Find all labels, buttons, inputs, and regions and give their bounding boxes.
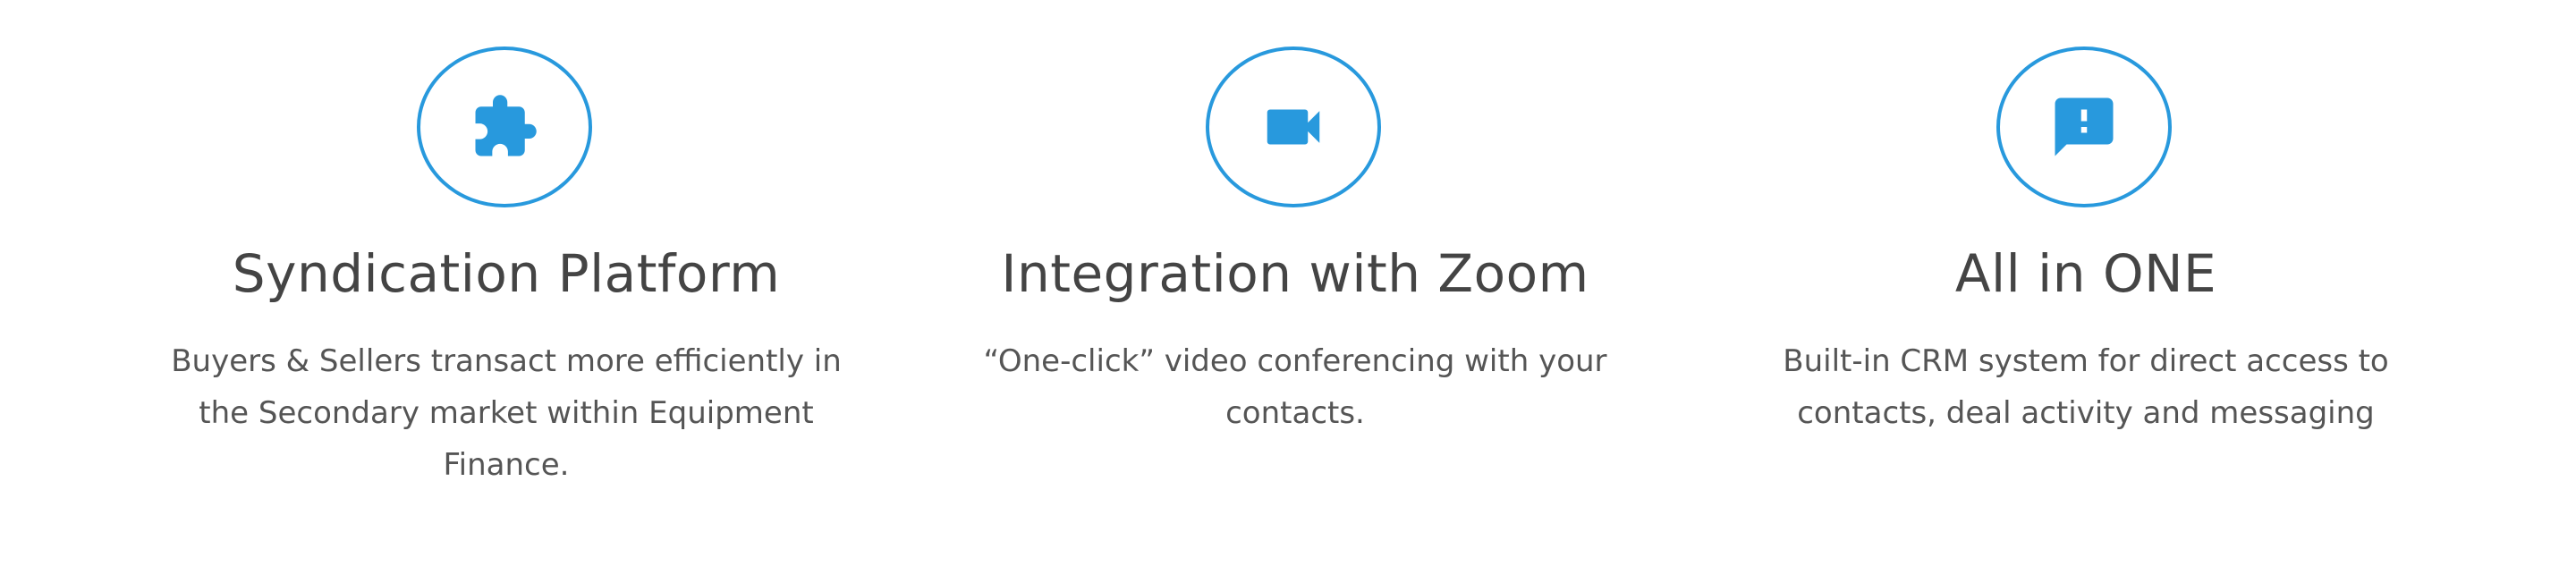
feature-icon-circle <box>417 46 592 207</box>
feature-description-line: Buyers & Sellers transact more efficient… <box>171 343 842 379</box>
feature-description-line: contacts. <box>1225 395 1365 431</box>
feature-description: Buyers & Sellers transact more efficient… <box>148 335 864 491</box>
message-alert-icon <box>2055 97 2114 156</box>
feature-description-line: Finance. <box>443 447 570 483</box>
feature-description: Built-in CRM system for direct access to… <box>1728 335 2444 439</box>
feature-all-in-one: All in ONE Built-in CRM system for direc… <box>1728 0 2444 583</box>
feature-description-line: “One-click” video conferencing with your <box>983 343 1607 379</box>
feature-integration-with-zoom: Integration with Zoom “One-click” video … <box>937 0 1653 583</box>
feature-description: “One-click” video conferencing with your… <box>937 335 1653 439</box>
feature-description-line: contacts, deal activity and messaging <box>1797 395 2375 431</box>
feature-description-line: Built-in CRM system for direct access to <box>1783 343 2389 379</box>
features-section: Syndication Platform Buyers & Sellers tr… <box>0 0 2576 583</box>
feature-title: All in ONE <box>1954 243 2217 304</box>
feature-icon-circle <box>1206 46 1381 207</box>
feature-icon-circle <box>1996 46 2172 207</box>
feature-syndication-platform: Syndication Platform Buyers & Sellers tr… <box>148 0 864 583</box>
video-camera-icon <box>1267 109 1320 145</box>
feature-title: Syndication Platform <box>232 243 781 304</box>
feature-title: Integration with Zoom <box>1001 243 1589 304</box>
puzzle-piece-icon <box>475 95 537 156</box>
feature-description-line: the Secondary market within Equipment <box>199 395 814 431</box>
